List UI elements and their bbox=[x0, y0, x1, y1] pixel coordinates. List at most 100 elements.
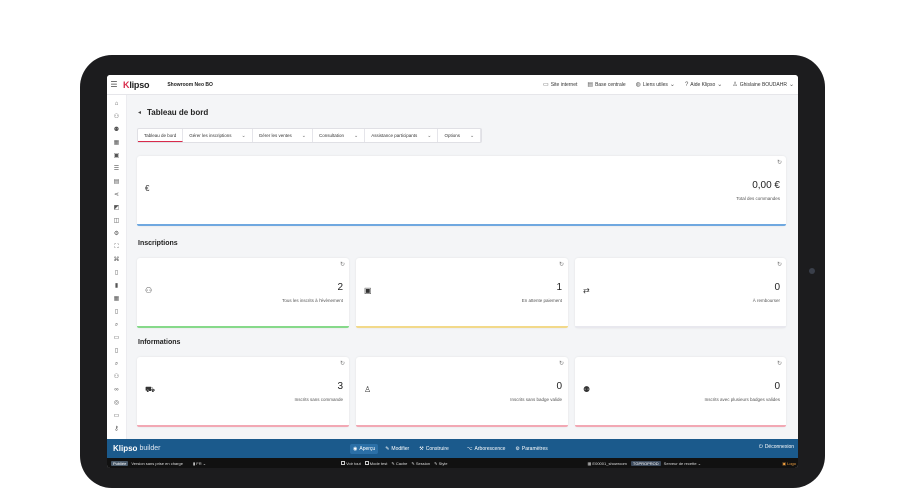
sans-badge-card[interactable]: ↻ ♙ 0 Inscrits sans badge valide bbox=[356, 357, 568, 427]
flag-icon: ▮ bbox=[192, 460, 196, 466]
image-icon[interactable]: ◩ bbox=[113, 205, 120, 212]
tab-label: Gérer les inscriptions bbox=[189, 133, 232, 138]
table-icon[interactable]: ▤ bbox=[113, 179, 120, 186]
list-icon[interactable]: ☰ bbox=[113, 166, 120, 173]
site-internet-link[interactable]: ▭ Site internet bbox=[543, 81, 577, 89]
search-icon[interactable]: ⌕ bbox=[113, 322, 120, 329]
app-logo[interactable]: Klipso bbox=[123, 79, 150, 90]
chevron-down-icon: ⌄ bbox=[469, 132, 475, 139]
server-select[interactable]: Serveur de recette ⌄ bbox=[664, 461, 701, 466]
parametres-button[interactable]: ⚙ Paramètres bbox=[512, 444, 550, 454]
tab-gerer-ventes[interactable]: Gérer les ventes ⌄ bbox=[253, 129, 313, 142]
page-title: Tableau de bord bbox=[147, 108, 209, 117]
phone-icon[interactable]: ▯ bbox=[113, 348, 120, 355]
refresh-icon[interactable]: ↻ bbox=[340, 261, 345, 268]
showroom-name[interactable]: Showroom Neo BO bbox=[167, 82, 213, 88]
aide-menu[interactable]: ? Aide Klipso ⌄ bbox=[685, 81, 722, 89]
home-icon[interactable]: ⌂ bbox=[113, 101, 120, 108]
eye-icon: ◉ bbox=[353, 445, 358, 452]
checkbox-icon bbox=[364, 461, 369, 466]
event-id-value: E00001_showroom bbox=[592, 460, 627, 466]
tab-assistance[interactable]: Assistance participants ⌄ bbox=[365, 129, 439, 142]
total-commandes-card: ↻ € 0,00 € Total des commandes bbox=[137, 156, 786, 226]
chevron-down-icon: ⌄ bbox=[427, 132, 432, 139]
plusieurs-badges-card[interactable]: ↻ ⚉ 0 Inscrits avec plusieurs badges val… bbox=[575, 357, 786, 427]
card-accent-bar bbox=[356, 425, 568, 427]
apercu-button[interactable]: ◉ Aperçu bbox=[350, 443, 379, 454]
power-icon: ⏻ bbox=[758, 444, 763, 450]
tab-gerer-inscriptions[interactable]: Gérer les inscriptions ⌄ bbox=[183, 129, 253, 142]
section-inscriptions: Inscriptions bbox=[138, 240, 178, 247]
modifier-button[interactable]: ✎ Modifier bbox=[382, 444, 412, 454]
voir-tout-toggle[interactable]: Voir tout bbox=[341, 461, 361, 466]
base-centrale-link[interactable]: ▤ Base centrale bbox=[587, 81, 625, 89]
euro-icon: € bbox=[145, 184, 150, 193]
refresh-icon[interactable]: ↻ bbox=[777, 261, 782, 268]
mode-test-label: Mode test bbox=[369, 460, 388, 466]
tab-label: Gérer les ventes bbox=[258, 133, 292, 138]
builder-logo: Klipso bbox=[113, 444, 137, 453]
builder-bar: Klipso builder ◉ Aperçu ✎ Modifier ⚒ Constr… bbox=[107, 439, 798, 458]
refresh-icon[interactable]: ↻ bbox=[559, 261, 564, 268]
users-icon[interactable]: ⚇ bbox=[113, 114, 120, 121]
people-icon[interactable]: ⚇ bbox=[113, 374, 120, 381]
file-icon[interactable]: ▮ bbox=[113, 283, 120, 290]
share-icon[interactable]: ⋖ bbox=[113, 192, 120, 199]
session-button[interactable]: ✎ Session bbox=[411, 461, 430, 466]
connect-icon[interactable]: ⌘ bbox=[113, 257, 120, 264]
mode-test-toggle[interactable]: Mode test bbox=[364, 460, 388, 466]
zoom-icon[interactable]: ⌕ bbox=[113, 361, 120, 368]
tous-inscrits-card[interactable]: ↻ ⚇ 2 Tous les inscrits à l'évènement bbox=[137, 258, 349, 328]
refresh-icon[interactable]: ↻ bbox=[340, 360, 345, 367]
construire-button[interactable]: ⚒ Construire bbox=[416, 444, 452, 454]
back-icon[interactable]: ◂ bbox=[138, 109, 141, 116]
attente-paiement-card[interactable]: ↻ ▣ 1 En attente paiement bbox=[356, 258, 568, 328]
liens-utiles-menu[interactable]: ◍ Liens utiles ⌄ bbox=[636, 81, 675, 89]
sans-commande-card[interactable]: ↻ ⛟ 3 Inscrits sans commande bbox=[137, 357, 349, 427]
brush-icon: ✎ bbox=[391, 460, 395, 466]
settings-icon[interactable]: ⚙ bbox=[113, 231, 120, 238]
card-value: 1 bbox=[556, 282, 562, 293]
gear-icon: ⚙ bbox=[515, 445, 520, 452]
checkbox-icon bbox=[341, 461, 346, 466]
refund-icon: ⇄ bbox=[583, 286, 590, 295]
target-icon[interactable]: ◎ bbox=[113, 400, 120, 407]
user-menu[interactable]: ♙ Ghislaine BOUDAHR ⌄ bbox=[732, 81, 794, 89]
tab-label: Tableau de bord bbox=[144, 132, 177, 138]
chevron-down-icon: ⌄ bbox=[301, 132, 306, 139]
menu-icon[interactable]: ☰ bbox=[107, 80, 121, 89]
car-icon[interactable]: ▭ bbox=[113, 413, 120, 420]
arborescence-label: Arborescence bbox=[474, 445, 506, 452]
group-icon[interactable]: ⚉ bbox=[113, 127, 120, 134]
refresh-icon[interactable]: ↻ bbox=[777, 360, 782, 367]
mobile-icon[interactable]: ▯ bbox=[113, 309, 120, 316]
builder-logo-text: Klipso bbox=[113, 444, 138, 453]
key-icon[interactable]: ⚷ bbox=[113, 426, 120, 433]
top-nav: ▭ Site internet ▤ Base centrale ◍ Liens uti… bbox=[543, 81, 798, 89]
a-rembourser-card[interactable]: ↻ ⇄ 0 À rembourser bbox=[575, 258, 786, 328]
ticket-icon[interactable]: ▣ bbox=[113, 153, 120, 160]
card-label: Tous les inscrits à l'évènement bbox=[282, 298, 343, 303]
tab-consultation[interactable]: Consultation ⌄ bbox=[313, 129, 366, 142]
tab-options[interactable]: Options ⌄ bbox=[438, 129, 482, 142]
card-accent-bar bbox=[575, 326, 786, 328]
app-logo-text: lipso bbox=[129, 79, 150, 90]
book-icon[interactable]: ◫ bbox=[113, 218, 120, 225]
grid-icon[interactable]: ▦ bbox=[113, 140, 120, 147]
expand-icon[interactable]: ⛶ bbox=[113, 244, 120, 251]
link-icon[interactable]: ∞ bbox=[113, 387, 120, 394]
style-button[interactable]: ✎ Style bbox=[434, 461, 447, 466]
login-button[interactable]: ▣ Logo bbox=[782, 461, 796, 466]
calendar-icon[interactable]: ▦ bbox=[113, 296, 120, 303]
user-name: Ghislaine BOUDAHR bbox=[739, 81, 787, 88]
cache-button[interactable]: ✎ Cache bbox=[391, 461, 407, 466]
tab-tableau-de-bord[interactable]: Tableau de bord bbox=[138, 129, 184, 142]
document-icon[interactable]: ▯ bbox=[113, 270, 120, 277]
language-select[interactable]: ▮ FR ⌄ bbox=[193, 461, 206, 466]
refresh-icon[interactable]: ↻ bbox=[559, 360, 564, 367]
logout-button[interactable]: ⏻ Déconnexion bbox=[759, 444, 794, 450]
tab-label: Options bbox=[444, 133, 460, 138]
page-icon[interactable]: ▭ bbox=[113, 335, 120, 342]
arborescence-button[interactable]: ⌥ Arborescence bbox=[464, 444, 509, 454]
refresh-icon[interactable]: ↻ bbox=[777, 159, 782, 166]
